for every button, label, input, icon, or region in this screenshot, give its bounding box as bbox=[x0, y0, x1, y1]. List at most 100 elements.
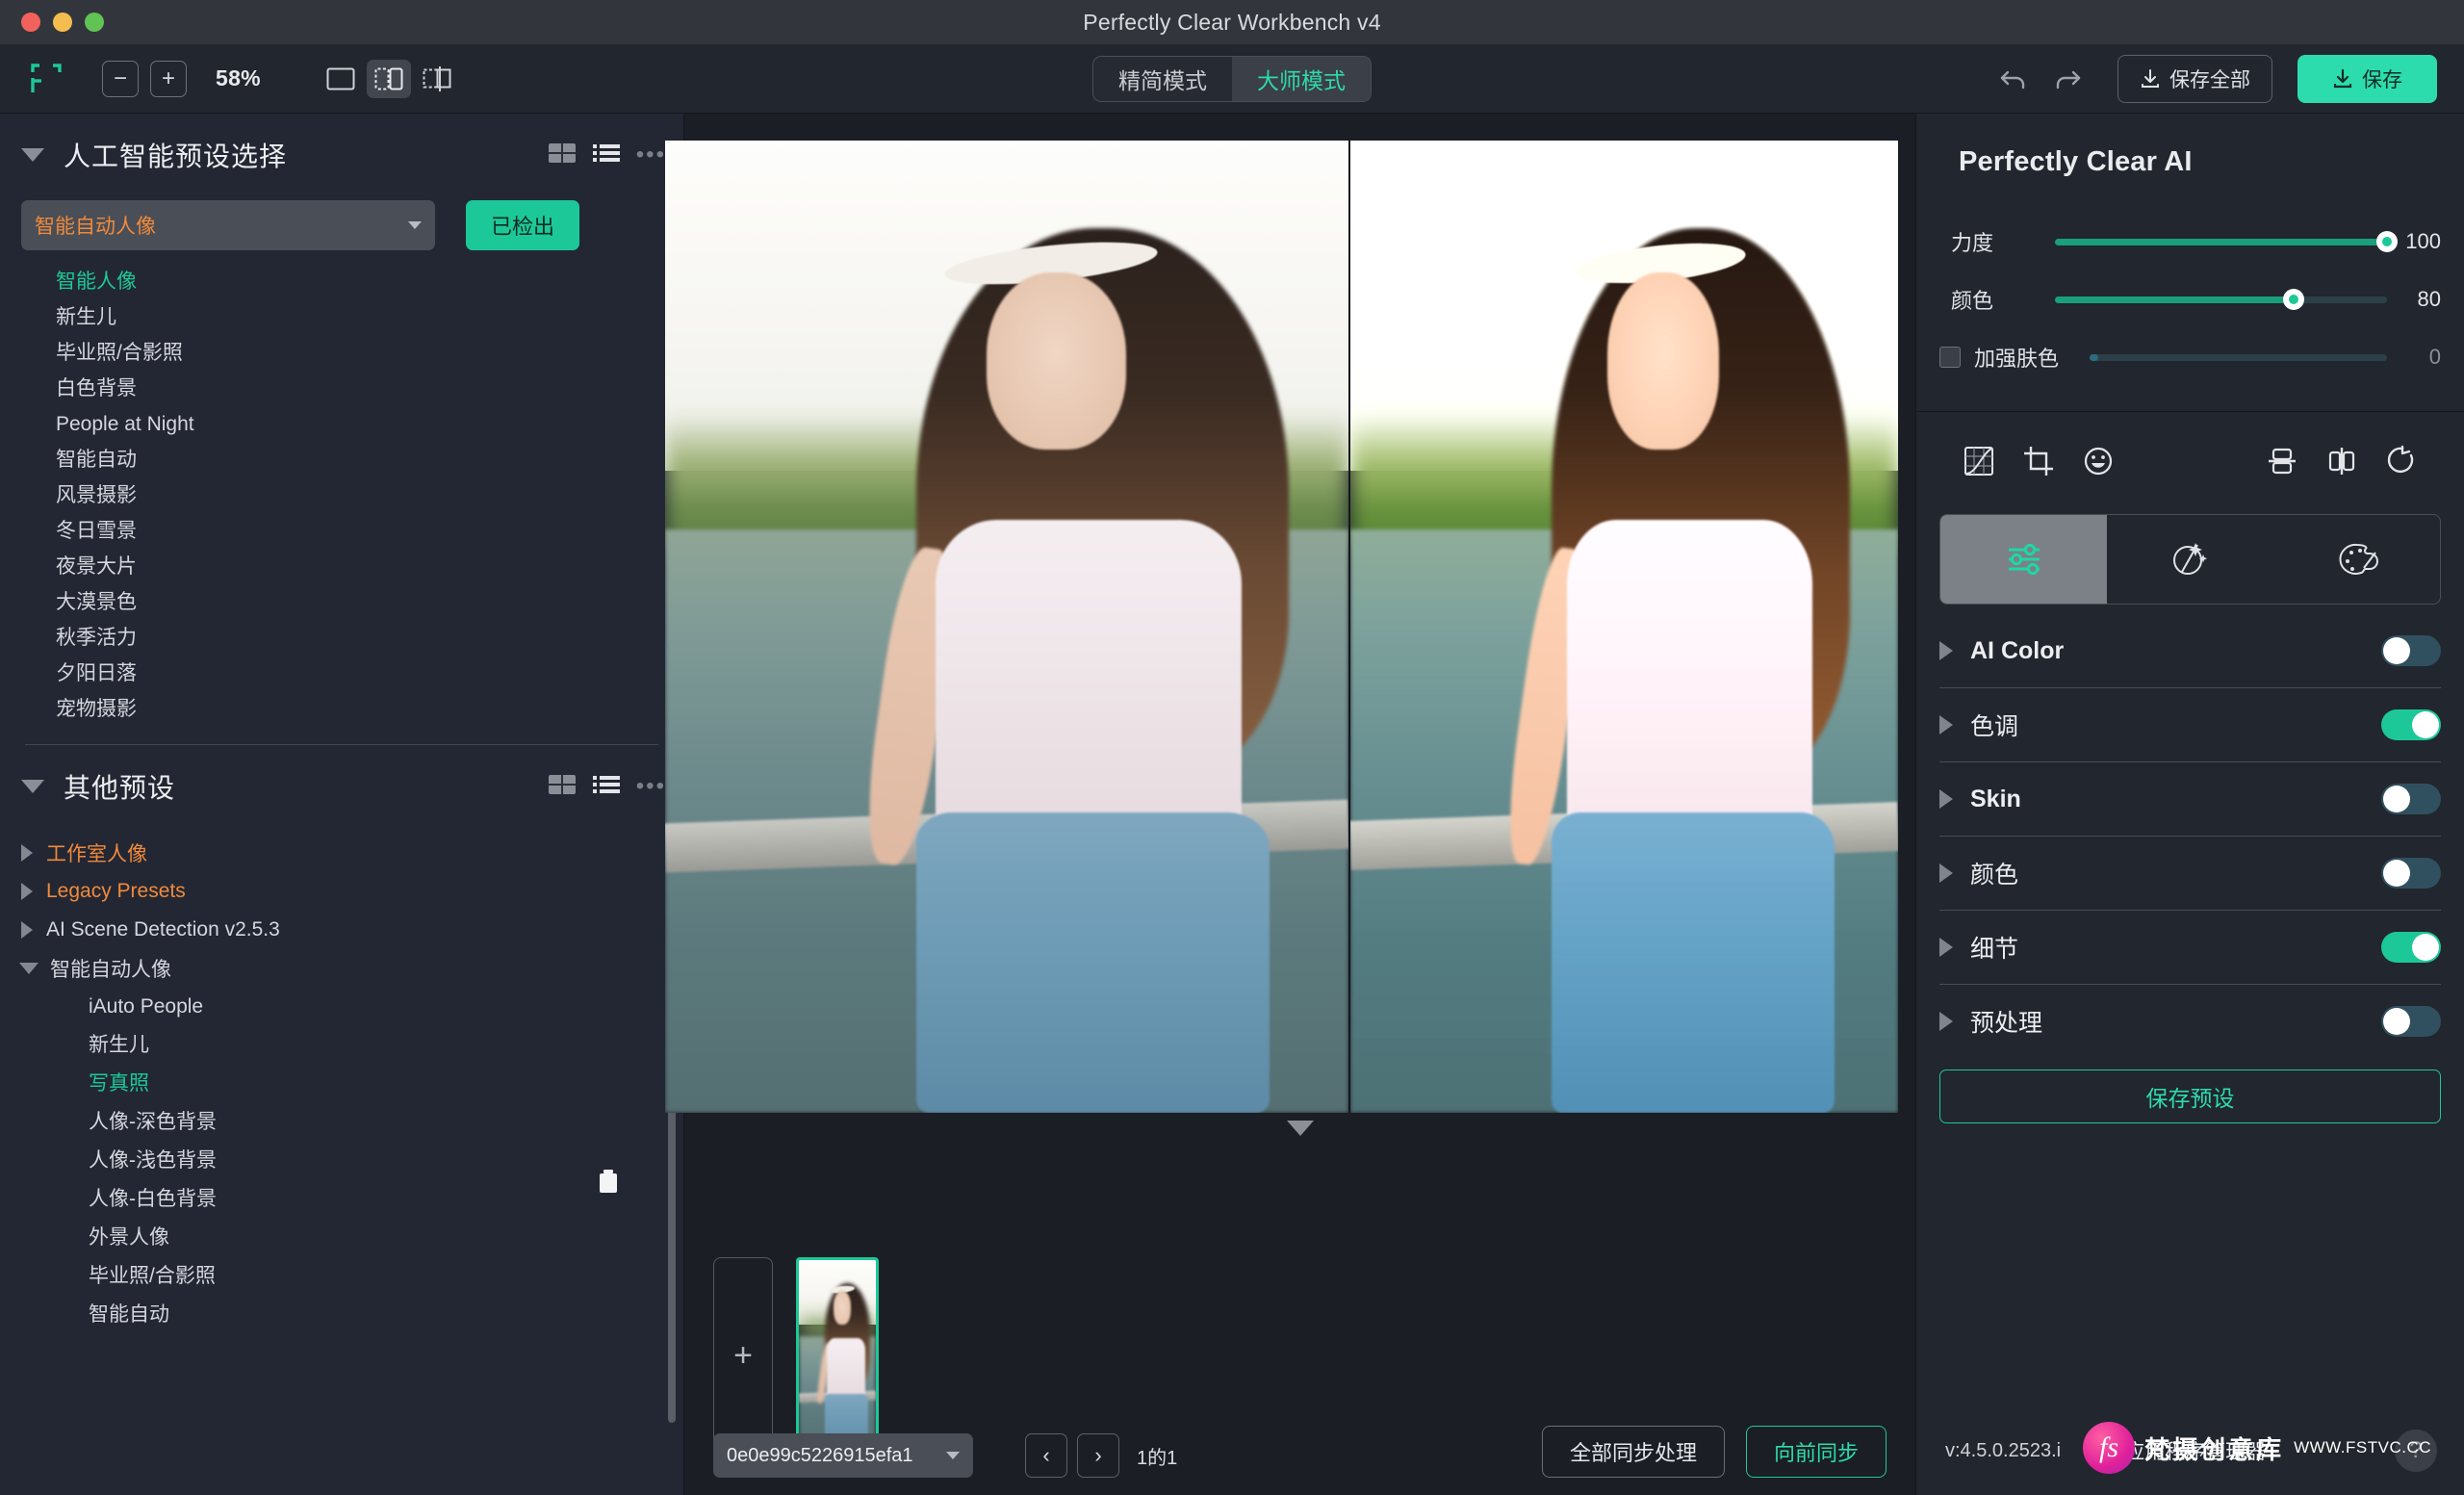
ai-preset-item[interactable]: 毕业照/合影照 bbox=[0, 335, 683, 371]
tree-group-ai-scene-detection[interactable]: AI Scene Detection v2.5.3 bbox=[0, 911, 683, 949]
accordion-preprocess[interactable]: 预处理 bbox=[1939, 985, 2441, 1058]
image-before[interactable] bbox=[664, 141, 1349, 1113]
tree-item[interactable]: 新生儿 bbox=[0, 1026, 683, 1065]
chevron-right-icon[interactable] bbox=[1939, 789, 1953, 809]
tree-item[interactable]: 人像-浅色背景 bbox=[0, 1142, 683, 1180]
ai-preset-item[interactable]: 秋季活力 bbox=[0, 620, 683, 656]
chevron-right-icon[interactable] bbox=[1939, 1012, 1953, 1031]
toggle-tone[interactable] bbox=[2381, 709, 2441, 740]
chevron-down-icon[interactable] bbox=[21, 148, 44, 162]
ai-presets-more-icon[interactable]: ••• bbox=[636, 142, 666, 168]
chevron-right-icon[interactable] bbox=[21, 921, 33, 939]
ai-presets-header[interactable]: 人工智能预设选择 ••• bbox=[0, 114, 683, 196]
toggle-color[interactable] bbox=[2381, 858, 2441, 889]
tree-group-studio-portrait[interactable]: 工作室人像 bbox=[0, 834, 683, 872]
accordion-ai-color[interactable]: AI Color bbox=[1939, 614, 2441, 687]
zoom-out-button[interactable]: − bbox=[102, 60, 139, 97]
toggle-ai-color[interactable] bbox=[2381, 635, 2441, 666]
ai-preset-item[interactable]: 夜景大片 bbox=[0, 549, 683, 584]
other-presets-header[interactable]: 其他预设 ••• bbox=[0, 745, 683, 828]
accordion-detail[interactable]: 细节 bbox=[1939, 911, 2441, 984]
image-compare-viewer[interactable] bbox=[664, 114, 1915, 1240]
add-image-button[interactable]: + bbox=[713, 1257, 773, 1454]
slider-color-track[interactable] bbox=[2055, 289, 2387, 310]
file-name-select[interactable]: 0e0e99c5226915efa1 bbox=[713, 1433, 973, 1478]
ai-preset-item[interactable]: 新生儿 bbox=[0, 299, 683, 335]
tree-item[interactable]: 人像-深色背景 bbox=[0, 1103, 683, 1142]
detected-badge[interactable]: 已检出 bbox=[466, 200, 580, 250]
save-preset-button[interactable]: 保存预设 bbox=[1939, 1070, 2441, 1123]
chevron-right-icon[interactable] bbox=[21, 883, 33, 900]
image-after[interactable] bbox=[1348, 141, 1898, 1113]
undo-icon[interactable] bbox=[1987, 56, 2040, 102]
tree-item[interactable]: 外景人像 bbox=[0, 1219, 683, 1257]
tree-item[interactable]: iAuto People bbox=[0, 988, 683, 1026]
next-image-button[interactable]: › bbox=[1077, 1433, 1119, 1478]
ai-preset-item[interactable]: 冬日雪景 bbox=[0, 513, 683, 549]
rotate-icon[interactable] bbox=[2372, 437, 2431, 485]
tree-item[interactable]: 人像-白色背景 bbox=[0, 1180, 683, 1219]
chevron-down-icon[interactable] bbox=[21, 780, 44, 793]
zoom-in-button[interactable]: + bbox=[150, 60, 187, 97]
mode-switch[interactable]: 精简模式 大师模式 bbox=[1092, 55, 1372, 102]
ai-preset-item[interactable]: 风景摄影 bbox=[0, 477, 683, 513]
flip-vertical-icon[interactable] bbox=[2252, 437, 2312, 485]
flip-horizontal-icon[interactable] bbox=[2312, 437, 2372, 485]
accordion-color[interactable]: 颜色 bbox=[1939, 837, 2441, 910]
slider-color-knob[interactable] bbox=[2283, 289, 2305, 310]
ai-preset-item[interactable]: 智能自动 bbox=[0, 442, 683, 477]
toggle-detail[interactable] bbox=[2381, 932, 2441, 963]
skin-tone-checkbox[interactable] bbox=[1939, 347, 1961, 368]
slider-strength-track[interactable] bbox=[2055, 231, 2398, 252]
other-presets-more-icon[interactable]: ••• bbox=[636, 773, 666, 800]
ai-preset-item[interactable]: 白色背景 bbox=[0, 371, 683, 406]
ai-preset-item[interactable]: People at Night bbox=[0, 406, 683, 442]
collapse-filmstrip-icon[interactable] bbox=[1286, 1121, 1314, 1136]
toggle-preprocess[interactable] bbox=[2381, 1006, 2441, 1037]
tab-palette[interactable] bbox=[2273, 515, 2440, 604]
accordion-tone[interactable]: 色调 bbox=[1939, 688, 2441, 761]
face-icon[interactable] bbox=[2068, 437, 2128, 485]
tree-item-selected[interactable]: 写真照 bbox=[0, 1065, 683, 1103]
tree-item[interactable]: 智能自动 bbox=[0, 1296, 683, 1334]
ai-preset-item[interactable]: 大漠景色 bbox=[0, 584, 683, 620]
single-view-icon[interactable] bbox=[319, 60, 363, 98]
tab-simple-mode[interactable]: 精简模式 bbox=[1093, 57, 1232, 101]
chevron-right-icon[interactable] bbox=[1939, 938, 1953, 957]
tree-item[interactable]: 毕业照/合影照 bbox=[0, 1257, 683, 1296]
preset-select[interactable]: 智能自动人像 bbox=[21, 200, 435, 250]
chevron-right-icon[interactable] bbox=[1939, 863, 1953, 883]
save-button[interactable]: 保存 bbox=[2297, 54, 2437, 103]
sync-all-button[interactable]: 全部同步处理 bbox=[1541, 1426, 1725, 1478]
delete-preset-icon[interactable] bbox=[597, 1168, 620, 1199]
ai-preset-item[interactable]: 智能人像 bbox=[0, 264, 683, 299]
list-view-icon[interactable] bbox=[592, 773, 621, 801]
tree-group-legacy-presets[interactable]: Legacy Presets bbox=[0, 872, 683, 911]
curves-icon[interactable] bbox=[1949, 437, 2009, 485]
crop-view-icon[interactable] bbox=[415, 60, 459, 98]
chevron-right-icon[interactable] bbox=[1939, 641, 1953, 660]
grid-view-icon[interactable] bbox=[548, 142, 577, 169]
tab-adjustments[interactable] bbox=[1940, 515, 2107, 604]
redo-icon[interactable] bbox=[2040, 56, 2094, 102]
chevron-right-icon[interactable] bbox=[21, 844, 33, 862]
crop-icon[interactable] bbox=[2009, 437, 2068, 485]
chevron-down-icon[interactable] bbox=[19, 963, 38, 974]
list-view-icon[interactable] bbox=[592, 142, 621, 169]
ai-preset-item[interactable]: 宠物摄影 bbox=[0, 691, 683, 727]
tree-group-iauto-portrait[interactable]: 智能自动人像 bbox=[0, 949, 683, 988]
chevron-down-icon[interactable] bbox=[408, 221, 422, 229]
sync-forward-button[interactable]: 向前同步 bbox=[1745, 1426, 1886, 1478]
chevron-right-icon[interactable] bbox=[1939, 715, 1953, 735]
save-all-button[interactable]: 保存全部 bbox=[2118, 54, 2272, 103]
tab-master-mode[interactable]: 大师模式 bbox=[1232, 56, 1371, 101]
ai-preset-item[interactable]: 夕阳日落 bbox=[0, 656, 683, 691]
accordion-skin[interactable]: Skin bbox=[1939, 762, 2441, 836]
slider-strength-knob[interactable] bbox=[2376, 231, 2398, 252]
chevron-down-icon[interactable] bbox=[946, 1452, 960, 1459]
split-view-icon[interactable] bbox=[366, 59, 411, 98]
tab-magic[interactable] bbox=[2107, 515, 2273, 604]
filmstrip-thumbnail[interactable] bbox=[796, 1257, 879, 1454]
prev-image-button[interactable]: ‹ bbox=[1025, 1433, 1067, 1478]
toggle-skin[interactable] bbox=[2381, 784, 2441, 814]
